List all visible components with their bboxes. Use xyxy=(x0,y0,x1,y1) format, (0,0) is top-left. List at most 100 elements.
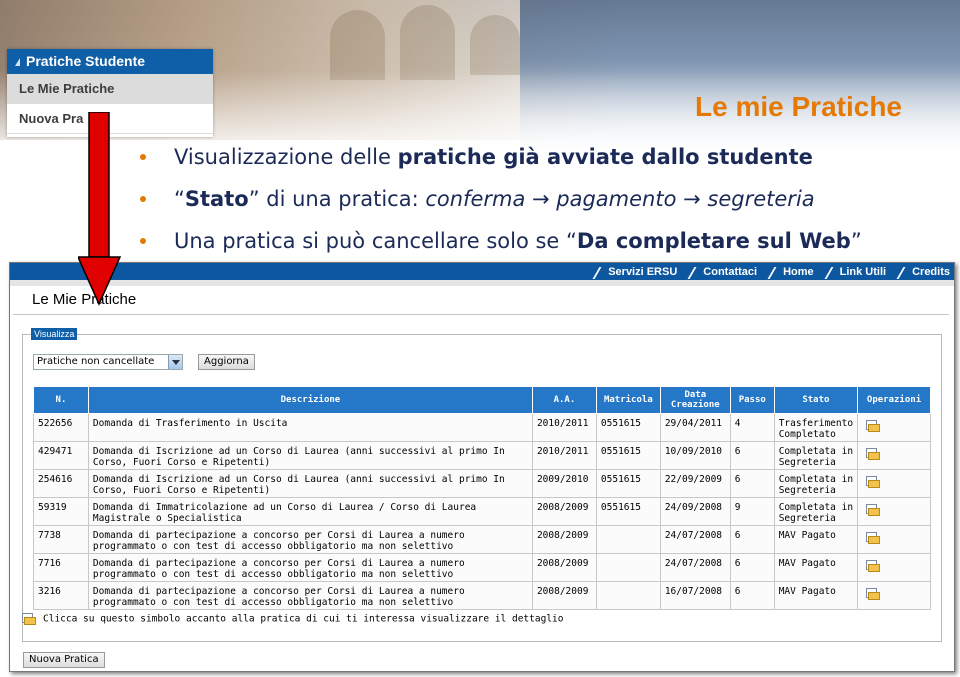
triangle-icon xyxy=(15,58,20,66)
top-nav: Servizi ERSU Contattaci Home Link Utili … xyxy=(10,263,954,280)
nav-link-credits[interactable]: Credits xyxy=(900,266,950,278)
sidebar-item-le-mie-pratiche[interactable]: Le Mie Pratiche xyxy=(7,74,213,104)
new-pratica-button[interactable]: Nuova Pratica xyxy=(23,652,105,668)
nav-link-link-utili[interactable]: Link Utili xyxy=(828,266,886,278)
red-arrow-icon xyxy=(78,112,122,306)
bullet-item: “Stato” di una pratica: conferma → pagam… xyxy=(140,182,955,224)
cell-matricola: 0551615 xyxy=(595,441,661,470)
cell-aa: 2008/2009 xyxy=(531,581,597,610)
cell-descrizione: Domanda di Immatricolazione ad un Corso … xyxy=(87,497,533,526)
chevron-down-icon[interactable] xyxy=(168,355,182,369)
folder-doc-icon[interactable] xyxy=(866,532,881,544)
cell-n: 7738 xyxy=(33,525,89,554)
bullet-dot-icon xyxy=(140,196,146,202)
cell-passo: 6 xyxy=(729,553,775,582)
nav-divider xyxy=(10,280,954,286)
hint-text: Clicca su questo simbolo accanto alla pr… xyxy=(22,613,563,625)
cell-operazioni xyxy=(857,553,931,582)
cell-n: 3216 xyxy=(33,581,89,610)
cell-data: 16/07/2008 xyxy=(659,581,731,610)
bullet-item: Visualizzazione delle pratiche già avvia… xyxy=(140,140,955,182)
cell-passo: 6 xyxy=(729,469,775,498)
cell-data: 10/09/2010 xyxy=(659,441,731,470)
cell-stato: Trasferimento Completato xyxy=(773,413,859,442)
folder-doc-icon[interactable] xyxy=(866,448,881,460)
cell-operazioni xyxy=(857,413,931,442)
cell-passo: 6 xyxy=(729,525,775,554)
cell-matricola: 0551615 xyxy=(595,413,661,442)
folder-doc-icon[interactable] xyxy=(866,588,881,600)
cell-aa: 2010/2011 xyxy=(531,441,597,470)
table-row: 7738 Domanda di partecipazione a concors… xyxy=(33,525,931,554)
table-row: 522656 Domanda di Trasferimento in Uscit… xyxy=(33,413,931,442)
app-screenshot: Servizi ERSU Contattaci Home Link Utili … xyxy=(9,262,955,672)
cell-aa: 2010/2011 xyxy=(531,413,597,442)
cell-stato: MAV Pagato xyxy=(773,553,859,582)
cell-data: 24/09/2008 xyxy=(659,497,731,526)
filter-fieldset: Visualizza Pratiche non cancellate Aggio… xyxy=(22,328,942,642)
arrow-right-icon: → xyxy=(525,187,557,211)
cell-stato: MAV Pagato xyxy=(773,581,859,610)
cell-descrizione: Domanda di Iscrizione ad un Corso di Lau… xyxy=(87,469,533,498)
side-menu-header: Pratiche Studente xyxy=(7,49,213,74)
column-header-matricola: Matricola xyxy=(595,386,661,414)
cell-aa: 2009/2010 xyxy=(531,469,597,498)
column-header-descrizione: Descrizione xyxy=(87,386,533,414)
title-divider xyxy=(13,314,949,315)
table-row: 7716 Domanda di partecipazione a concors… xyxy=(33,553,931,582)
folder-doc-icon[interactable] xyxy=(866,476,881,488)
column-header-stato: Stato xyxy=(773,386,859,414)
bullet-dot-icon xyxy=(140,238,146,244)
cell-descrizione: Domanda di partecipazione a concorso per… xyxy=(87,581,533,610)
nav-link-contattaci[interactable]: Contattaci xyxy=(691,266,757,278)
cell-matricola xyxy=(595,553,661,582)
cell-n: 7716 xyxy=(33,553,89,582)
filter-select[interactable]: Pratiche non cancellate xyxy=(33,354,183,370)
table-header-row: N. Descrizione A.A. Matricola Data Creaz… xyxy=(33,386,931,414)
cell-stato: Completata in Segreteria xyxy=(773,469,859,498)
column-header-passo: Passo xyxy=(729,386,775,414)
cell-n: 522656 xyxy=(33,413,89,442)
table-row: 254616 Domanda di Iscrizione ad un Corso… xyxy=(33,469,931,498)
cell-matricola: 0551615 xyxy=(595,469,661,498)
folder-doc-icon[interactable] xyxy=(866,504,881,516)
cell-descrizione: Domanda di Iscrizione ad un Corso di Lau… xyxy=(87,441,533,470)
refresh-button[interactable]: Aggiorna xyxy=(198,354,255,370)
cell-n: 429471 xyxy=(33,441,89,470)
cell-operazioni xyxy=(857,441,931,470)
folder-doc-icon[interactable] xyxy=(866,560,881,572)
cell-matricola xyxy=(595,581,661,610)
bullet-list: Visualizzazione delle pratiche già avvia… xyxy=(140,140,955,266)
cell-passo: 6 xyxy=(729,441,775,470)
table-row: 429471 Domanda di Iscrizione ad un Corso… xyxy=(33,441,931,470)
cell-operazioni xyxy=(857,497,931,526)
bullet-item: Una pratica si può cancellare solo se “D… xyxy=(140,224,955,266)
cell-descrizione: Domanda di Trasferimento in Uscita xyxy=(87,413,533,442)
nav-link-servizi-ersu[interactable]: Servizi ERSU xyxy=(596,266,677,278)
column-header-aa: A.A. xyxy=(531,386,597,414)
slide-title: Le mie Pratiche xyxy=(695,91,902,122)
cell-passo: 6 xyxy=(729,581,775,610)
cell-n: 254616 xyxy=(33,469,89,498)
cell-matricola xyxy=(595,525,661,554)
cell-data: 22/09/2009 xyxy=(659,469,731,498)
folder-doc-icon[interactable] xyxy=(866,420,881,432)
cell-operazioni xyxy=(857,581,931,610)
fieldset-legend: Visualizza xyxy=(31,328,78,340)
column-header-operazioni: Operazioni xyxy=(857,386,931,414)
cell-passo: 9 xyxy=(729,497,775,526)
cell-data: 24/07/2008 xyxy=(659,553,731,582)
table-row: 59319 Domanda di Immatricolazione ad un … xyxy=(33,497,931,526)
cell-data: 24/07/2008 xyxy=(659,525,731,554)
cell-descrizione: Domanda di partecipazione a concorso per… xyxy=(87,553,533,582)
cell-aa: 2008/2009 xyxy=(531,525,597,554)
arrow-right-icon: → xyxy=(676,187,708,211)
nav-link-home[interactable]: Home xyxy=(771,266,814,278)
cell-stato: MAV Pagato xyxy=(773,525,859,554)
cell-stato: Completata in Segreteria xyxy=(773,441,859,470)
folder-doc-icon xyxy=(22,613,37,625)
cell-aa: 2008/2009 xyxy=(531,497,597,526)
cell-matricola: 0551615 xyxy=(595,497,661,526)
cell-aa: 2008/2009 xyxy=(531,553,597,582)
cell-data: 29/04/2011 xyxy=(659,413,731,442)
